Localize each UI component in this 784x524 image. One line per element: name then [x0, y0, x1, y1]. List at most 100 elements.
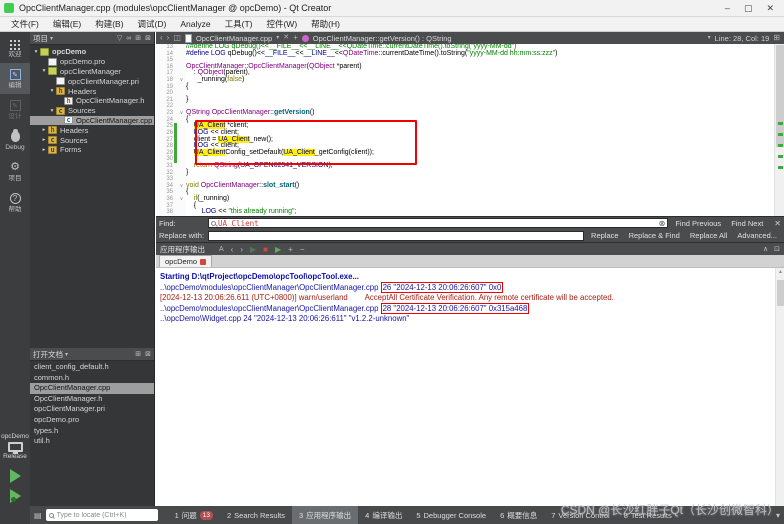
output-tab-opcdemo[interactable]: opcDemo: [159, 255, 213, 267]
filter-icon[interactable]: ▽: [117, 34, 122, 42]
close-find-bar-icon[interactable]: ✕: [774, 219, 781, 228]
tree-item[interactable]: OpcClientManager.h: [30, 96, 154, 106]
maximize-button[interactable]: ▢: [744, 3, 753, 14]
expand-arrow-icon[interactable]: ▾: [40, 68, 48, 74]
zoom-out-icon[interactable]: −: [300, 245, 305, 254]
scroll-up-icon[interactable]: ▲: [777, 269, 784, 275]
tree-item[interactable]: ▸ Headers: [30, 125, 154, 135]
chevron-down-icon[interactable]: ▾: [50, 35, 53, 42]
stop-icon[interactable]: ■: [263, 245, 268, 254]
rerun-icon[interactable]: ▶: [250, 245, 256, 254]
maximize-pane-icon[interactable]: ⊡: [774, 245, 780, 253]
status-panel-button-2[interactable]: 2 Search Results: [220, 506, 292, 524]
tree-item[interactable]: ▾ opcClientManager: [30, 67, 154, 77]
expand-arrow-icon[interactable]: ▾: [48, 108, 56, 114]
open-document-item[interactable]: opcClientManager.pri: [30, 404, 154, 415]
back-icon[interactable]: ‹: [160, 33, 163, 43]
tree-item[interactable]: OpcClientManager.cpp: [30, 115, 154, 126]
line-column-indicator[interactable]: Line: 28, Col: 19: [715, 34, 770, 43]
close-document-icon[interactable]: ✕: [283, 33, 289, 43]
start-debugging-button[interactable]: [9, 489, 21, 503]
menu-item[interactable]: 调试(D): [131, 17, 174, 32]
clear-search-icon[interactable]: ⊗: [659, 219, 666, 228]
open-document-item[interactable]: opcDemo.pro: [30, 415, 154, 426]
open-document-item[interactable]: OpcClientManager.cpp: [30, 383, 154, 394]
mode-item-welcome[interactable]: 欢迎: [0, 32, 30, 63]
expand-arrow-icon[interactable]: ▾: [48, 88, 56, 94]
run-button[interactable]: [9, 469, 21, 483]
menu-item[interactable]: Analyze: [173, 17, 217, 32]
fold-marker-icon[interactable]: ∨: [177, 196, 186, 203]
open-document-item[interactable]: types.h: [30, 426, 154, 437]
tree-item[interactable]: opcClientManager.pri: [30, 76, 154, 86]
split-panel-icon[interactable]: ⊞: [135, 350, 141, 358]
open-document-item[interactable]: common.h: [30, 373, 154, 384]
file-dropdown-icon[interactable]: ▾: [276, 33, 279, 43]
open-file-name[interactable]: OpcClientManager.cpp: [196, 34, 272, 43]
expand-arrow-icon[interactable]: ▸: [40, 127, 48, 133]
find-bar-button[interactable]: Replace: [591, 231, 619, 240]
tree-item[interactable]: ▸ Forms: [30, 145, 154, 154]
menu-item[interactable]: 控件(W): [259, 17, 304, 32]
status-panel-button-6[interactable]: 6 概要信息: [493, 506, 544, 524]
run-debug-icon[interactable]: ▶: [275, 245, 281, 254]
word-wrap-icon[interactable]: A: [219, 246, 224, 253]
chevron-down-icon[interactable]: ▾: [65, 351, 68, 358]
status-panel-button-5[interactable]: 5 Debugger Console: [409, 506, 493, 524]
symbol-selector[interactable]: OpcClientManager::getVersion() : QString: [313, 34, 452, 43]
minimize-pane-icon[interactable]: ∧: [763, 245, 768, 253]
mode-item-help[interactable]: ? 帮助: [0, 187, 30, 218]
open-documents-title[interactable]: 打开文档: [33, 349, 63, 360]
menu-item[interactable]: 构建(B): [88, 17, 130, 32]
mode-item-design[interactable]: ✎ 设计: [0, 94, 30, 125]
expand-arrow-icon[interactable]: ▸: [40, 147, 48, 153]
split-panel-icon[interactable]: ⊞: [135, 34, 141, 42]
sync-with-editor-icon[interactable]: ∞: [126, 35, 131, 42]
split-icon[interactable]: ⊞: [773, 33, 780, 43]
fold-marker-icon[interactable]: ∨: [177, 77, 186, 84]
editor-scrollbar[interactable]: [774, 44, 784, 216]
menu-item[interactable]: 帮助(H): [304, 17, 347, 32]
expand-arrow-icon[interactable]: ▸: [40, 137, 48, 143]
next-item-icon[interactable]: ›: [240, 245, 243, 254]
status-panel-button-1[interactable]: 1 问题 13: [168, 506, 220, 524]
tree-item[interactable]: ▾ Sources: [30, 106, 154, 115]
zoom-in-icon[interactable]: +: [288, 245, 293, 254]
tree-item[interactable]: ▾ Headers: [30, 86, 154, 96]
open-document-item[interactable]: OpcClientManager.h: [30, 394, 154, 405]
menu-item[interactable]: 工具(T): [218, 17, 260, 32]
editor-scrollbar-thumb[interactable]: [776, 45, 784, 147]
menu-item[interactable]: 编辑(E): [46, 17, 88, 32]
console-scrollbar[interactable]: ▲: [775, 268, 784, 506]
pin-icon[interactable]: +: [293, 33, 298, 43]
open-document-item[interactable]: client_config_default.h: [30, 362, 154, 373]
status-panel-button-3[interactable]: 3 应用程序输出: [292, 506, 359, 524]
application-output-console[interactable]: Starting D:\qtProject\opcDemo\opcTool\op…: [156, 268, 784, 506]
split-editor-icon[interactable]: ◫: [173, 33, 181, 43]
prev-item-icon[interactable]: ‹: [231, 245, 234, 254]
locator-input[interactable]: Type to locate (Ctrl+K): [45, 509, 158, 521]
fold-marker-icon[interactable]: ∨: [177, 110, 186, 117]
open-document-item[interactable]: util.h: [30, 436, 154, 447]
tree-item[interactable]: ▾ opcDemo: [30, 47, 154, 57]
close-panel-icon[interactable]: ⊠: [145, 350, 151, 358]
find-bar-button[interactable]: Advanced...: [737, 231, 777, 240]
find-bar-button[interactable]: Find Previous: [675, 219, 721, 228]
projects-panel-title[interactable]: 项目: [33, 33, 48, 44]
close-panel-icon[interactable]: ⊠: [145, 34, 151, 42]
mode-item-projects[interactable]: ⚙ 项目: [0, 156, 30, 187]
find-input[interactable]: UA_Client ⊗: [208, 218, 669, 229]
stop-process-icon[interactable]: [200, 258, 207, 265]
tree-item[interactable]: ▸ Sources: [30, 135, 154, 145]
replace-input[interactable]: [208, 230, 585, 241]
menu-item[interactable]: 文件(F): [4, 17, 46, 32]
find-bar-button[interactable]: Replace All: [690, 231, 728, 240]
mode-item-debug[interactable]: Debug: [0, 125, 30, 156]
expand-arrow-icon[interactable]: ▾: [32, 49, 40, 55]
find-bar-button[interactable]: Replace & Find: [629, 231, 680, 240]
console-scrollbar-thumb[interactable]: [777, 280, 784, 306]
tree-item[interactable]: opcDemo.pro: [30, 57, 154, 67]
code-editor[interactable]: 13//#define LOG qDebug()<<__FILE__<<__LI…: [156, 44, 784, 216]
find-input-value[interactable]: UA_Client: [218, 219, 657, 228]
find-bar-button[interactable]: Find Next: [731, 219, 763, 228]
